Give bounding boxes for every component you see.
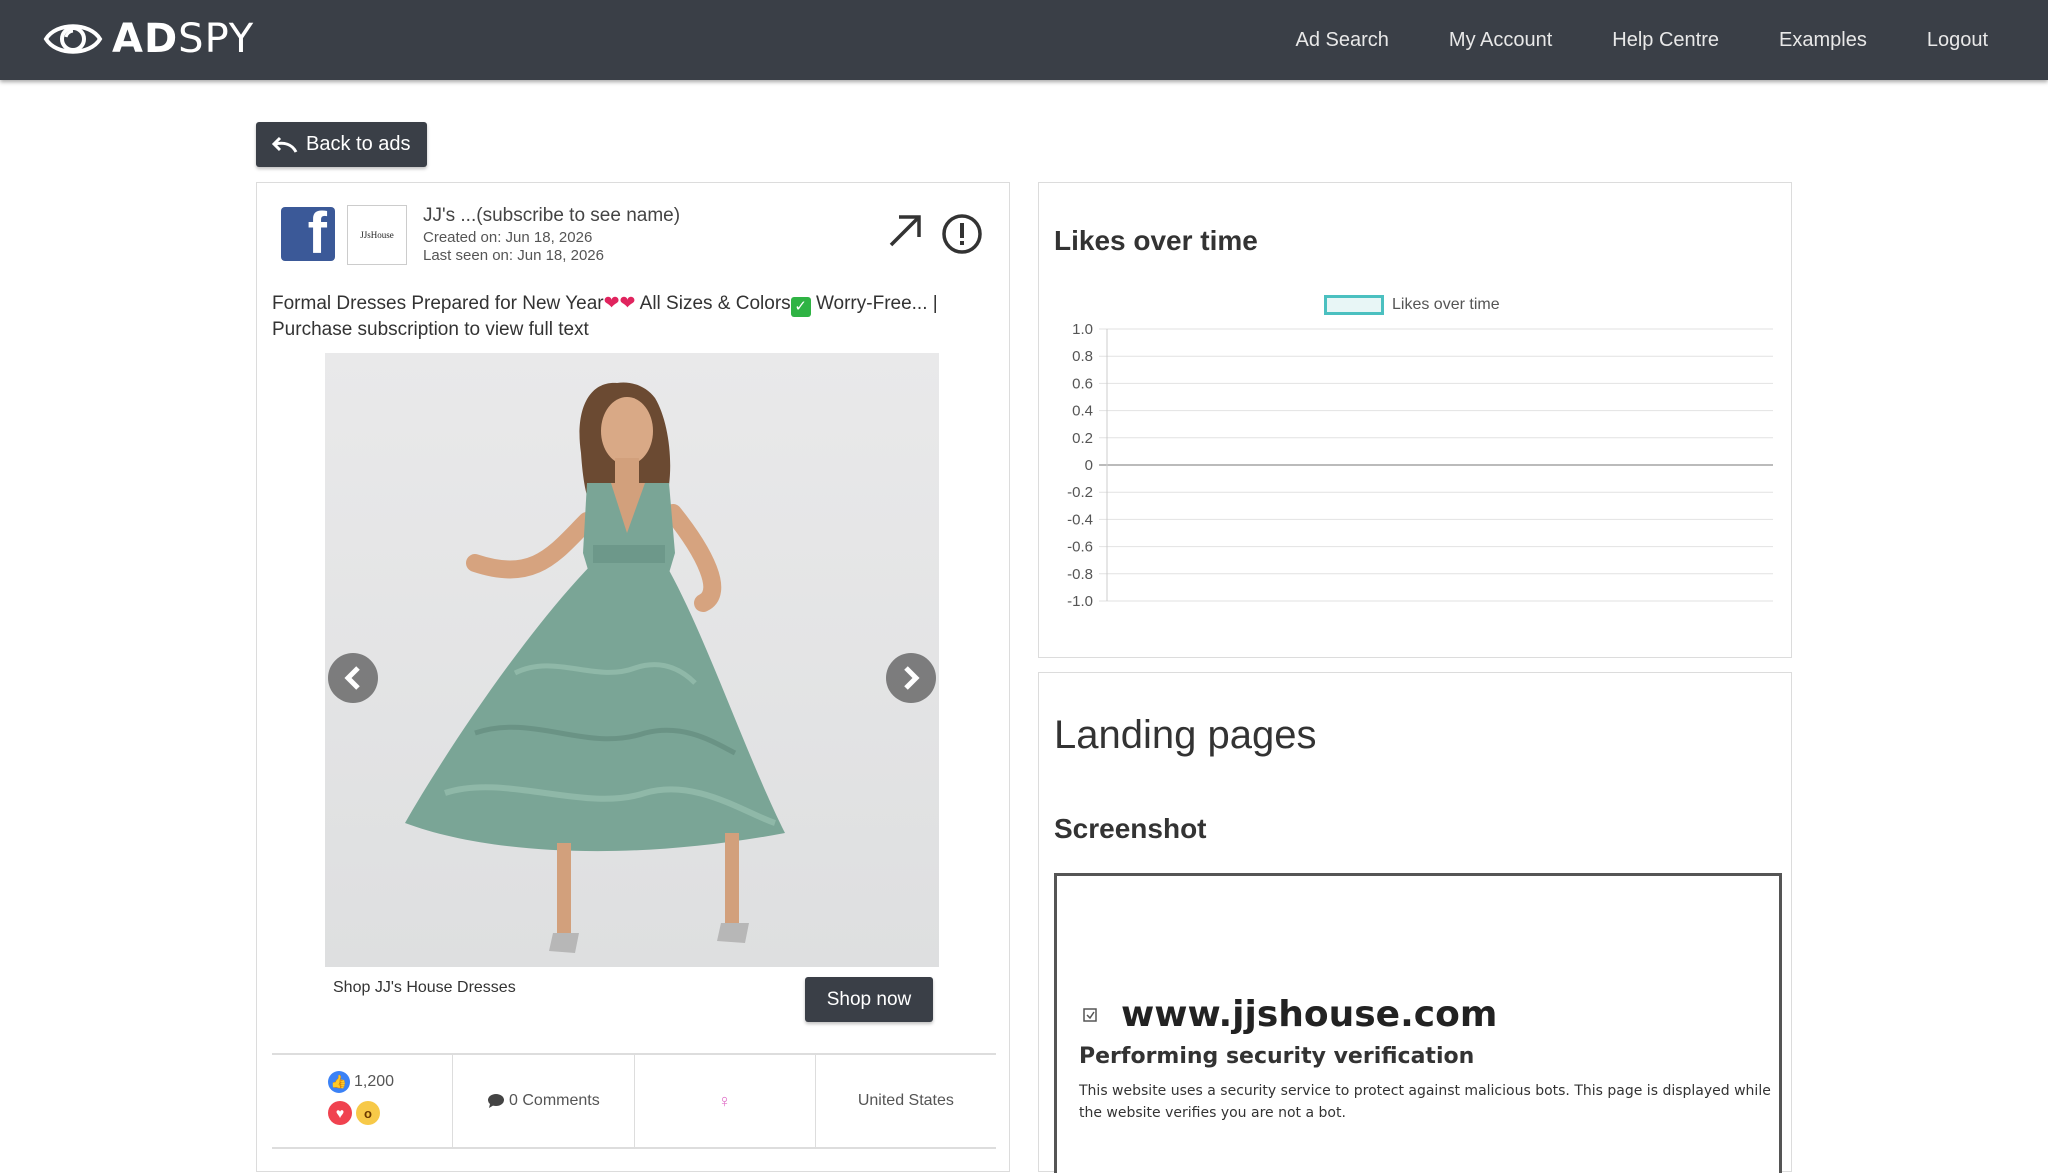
- created-on: Created on: Jun 18, 2026: [423, 229, 593, 246]
- logo-text: ADSPY: [112, 16, 255, 62]
- y-tick-label: -1.0: [1067, 593, 1093, 610]
- page-avatar: JJsHouse: [347, 205, 407, 265]
- shop-now-button[interactable]: Shop now: [805, 977, 933, 1022]
- landing-pages-card: Landing pages Screenshot www.jjshouse.co…: [1038, 672, 1792, 1173]
- likes-chart: 1.0 0.8 0.6 0.4 0.2 0 -0.2 -0.4 -0.6 -0.8 -1.0: [1067, 321, 1773, 610]
- screenshot-body-text: This website uses a security service to …: [1079, 1083, 1771, 1121]
- subscription-note: Purchase subscription to view full text: [272, 319, 589, 340]
- landing-pages-title: Landing pages: [1054, 713, 1317, 757]
- screenshot-domain: www.jjshouse.com: [1121, 994, 1498, 1035]
- main-nav: Ad Search My Account Help Centre Example…: [1236, 0, 1988, 80]
- last-seen-on: Last seen on: Jun 18, 2026: [423, 247, 604, 264]
- stat-reactions: 👍 1,200 ♥ o: [272, 1055, 454, 1147]
- cta-caption: Shop JJ's House Dresses: [333, 979, 516, 996]
- comment-icon: [488, 1094, 505, 1108]
- chevron-left-icon: [344, 666, 360, 690]
- y-tick-label: -0.2: [1067, 484, 1093, 501]
- favicon-icon: [1083, 1007, 1097, 1022]
- y-tick-label: -0.4: [1067, 511, 1093, 528]
- dress-photo: [405, 382, 785, 953]
- stat-comments: 0 Comments: [453, 1055, 635, 1147]
- chevron-right-icon: [904, 666, 920, 690]
- ad-creative-image: [325, 353, 939, 967]
- top-navbar: ADSPY Ad Search My Account Help Centre E…: [0, 0, 2048, 80]
- y-tick-label: -0.8: [1067, 566, 1093, 583]
- legend-swatch: [1324, 295, 1384, 315]
- female-icon: ♀: [717, 1090, 732, 1111]
- y-tick-label: 1.0: [1072, 321, 1093, 338]
- thumbs-up-icon: 👍: [328, 1071, 350, 1093]
- report-alert-icon[interactable]: [941, 213, 983, 255]
- carousel-next-button[interactable]: [886, 653, 936, 703]
- nav-ad-search[interactable]: Ad Search: [1296, 29, 1389, 52]
- undo-arrow-icon: [272, 136, 298, 153]
- y-tick-label: 0.2: [1072, 430, 1093, 447]
- adspy-logo[interactable]: ADSPY: [42, 16, 254, 62]
- nav-examples[interactable]: Examples: [1779, 29, 1867, 52]
- facebook-icon: f: [281, 207, 335, 261]
- chart-legend[interactable]: Likes over time: [1324, 295, 1500, 315]
- love-reaction-icon: ♥: [328, 1101, 352, 1125]
- hearts-emoji: ❤❤: [603, 293, 636, 314]
- likes-count: 1,200: [354, 1073, 395, 1090]
- ad-card: f JJsHouse JJ's ...(subscribe to see nam…: [256, 182, 1010, 1172]
- y-tick-label: 0.6: [1072, 375, 1093, 392]
- back-to-ads-button[interactable]: Back to ads: [256, 122, 427, 167]
- ad-stats-bar: 👍 1,200 ♥ o 0 Comments ♀ United States: [272, 1053, 996, 1149]
- y-tick-label: -0.6: [1067, 539, 1093, 556]
- back-to-ads-label: Back to ads: [306, 133, 411, 155]
- screenshot-title: Screenshot: [1054, 813, 1207, 844]
- nav-help-centre[interactable]: Help Centre: [1612, 29, 1719, 52]
- eye-logo-icon: [43, 24, 103, 54]
- stat-gender: ♀: [635, 1055, 816, 1147]
- country: United States: [857, 1092, 954, 1109]
- nav-my-account[interactable]: My Account: [1449, 29, 1552, 52]
- nav-logout[interactable]: Logout: [1927, 29, 1988, 52]
- carousel-prev-button[interactable]: [328, 653, 378, 703]
- landing-screenshot[interactable]: www.jjshouse.com Performing security ver…: [1054, 873, 1782, 1173]
- screenshot-domain-row: www.jjshouse.com: [1081, 994, 1497, 1035]
- external-link-icon[interactable]: [887, 213, 923, 249]
- screenshot-heading: Performing security verification: [1079, 1044, 1475, 1069]
- page-name: JJ's ...(subscribe to see name): [423, 205, 681, 226]
- legend-label: Likes over time: [1392, 296, 1500, 313]
- likes-chart-card: Likes over time Likes over time 1.0 0.8 0.…: [1038, 182, 1792, 658]
- y-tick-label: 0.8: [1072, 348, 1093, 365]
- stat-country: United States: [816, 1055, 996, 1147]
- comments-count: 0 Comments: [509, 1092, 600, 1109]
- check-emoji-icon: ✓: [790, 297, 811, 317]
- ad-copy: Formal Dresses Prepared for New Year❤❤ A…: [272, 293, 938, 340]
- likes-chart-title: Likes over time: [1054, 225, 1258, 256]
- wow-reaction-icon: o: [356, 1101, 380, 1125]
- y-tick-label: 0.4: [1072, 403, 1093, 420]
- y-tick-label: 0: [1085, 457, 1093, 474]
